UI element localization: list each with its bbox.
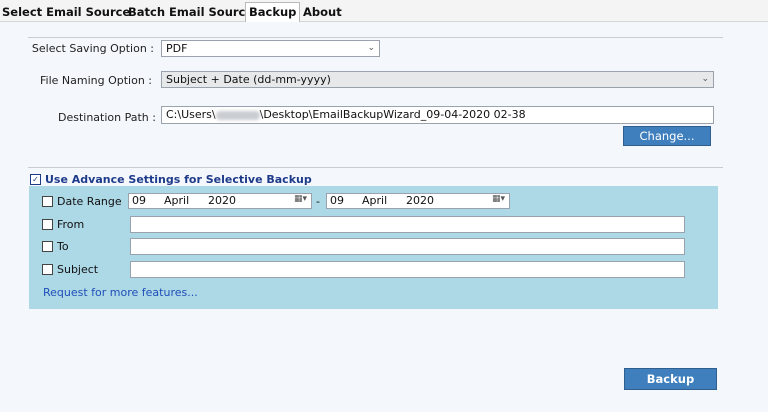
calendar-icon[interactable]: ▦▾ <box>492 194 505 204</box>
file-naming-select[interactable]: Subject + Date (dd-mm-yyyy) ⌄ <box>161 71 714 88</box>
from-input[interactable] <box>130 216 685 233</box>
advance-settings-label: Use Advance Settings for Selective Backu… <box>45 173 312 186</box>
subject-input[interactable] <box>130 261 685 278</box>
subject-option[interactable]: Subject <box>42 263 98 276</box>
file-naming-value: Subject + Date (dd-mm-yyyy) <box>166 73 331 86</box>
chevron-down-icon: ⌄ <box>367 43 375 53</box>
tab-bar: Select Email Source Batch Email Source B… <box>0 0 768 22</box>
date-to-picker[interactable]: 09 April 2020 ▦▾ <box>326 193 510 209</box>
tab-about[interactable]: About <box>303 3 342 21</box>
to-input[interactable] <box>130 238 685 255</box>
subject-checkbox[interactable] <box>42 263 53 275</box>
request-features-link[interactable]: Request for more features... <box>43 286 198 299</box>
destination-path-label: Destination Path : <box>58 111 156 124</box>
change-button[interactable]: Change... <box>623 126 711 146</box>
middle-divider <box>28 167 723 168</box>
saving-option-label: Select Saving Option : <box>31 42 154 55</box>
saving-option-select[interactable]: PDF ⌄ <box>161 40 380 57</box>
date-separator: - <box>316 195 320 208</box>
date-from-picker[interactable]: 09 April 2020 ▦▾ <box>128 193 312 209</box>
calendar-icon[interactable]: ▦▾ <box>294 194 307 204</box>
backup-button[interactable]: Backup <box>624 368 717 390</box>
chevron-down-icon: ⌄ <box>701 74 709 84</box>
date-range-option[interactable]: Date Range <box>42 195 122 208</box>
saving-option-value: PDF <box>166 42 188 55</box>
to-checkbox[interactable] <box>42 240 53 252</box>
date-range-label: Date Range <box>57 195 122 208</box>
advance-settings-toggle[interactable]: ✓ Use Advance Settings for Selective Back… <box>30 173 312 186</box>
subject-label: Subject <box>57 263 99 276</box>
to-option[interactable]: To <box>42 240 69 253</box>
tab-batch-email-source[interactable]: Batch Email Source <box>128 3 253 21</box>
to-label: To <box>57 240 69 253</box>
file-naming-label: File Naming Option : <box>39 74 152 87</box>
date-to-day: 09 <box>330 194 344 207</box>
date-from-day: 09 <box>132 194 146 207</box>
from-checkbox[interactable] <box>42 218 53 230</box>
date-to-year: 2020 <box>406 194 434 207</box>
advance-settings-panel: Date Range 09 April 2020 ▦▾ - 09 April 2… <box>29 186 718 309</box>
destination-path-suffix: \Desktop\EmailBackupWizard_09-04-2020 02… <box>259 108 526 121</box>
tab-select-email-source[interactable]: Select Email Source <box>2 3 130 21</box>
date-from-year: 2020 <box>208 194 236 207</box>
advance-settings-checkbox[interactable]: ✓ <box>30 173 41 185</box>
destination-path-input[interactable]: C:\Users\ \Desktop\EmailBackupWizard_09-0… <box>161 106 714 124</box>
date-range-checkbox[interactable] <box>42 195 53 207</box>
tab-backup[interactable]: Backup <box>245 2 301 22</box>
from-option[interactable]: From <box>42 218 84 231</box>
top-divider <box>28 37 723 38</box>
date-from-month: April <box>164 194 190 207</box>
from-label: From <box>57 218 85 231</box>
destination-path-prefix: C:\Users\ <box>166 108 216 121</box>
redacted-username <box>215 110 260 120</box>
date-to-month: April <box>362 194 388 207</box>
